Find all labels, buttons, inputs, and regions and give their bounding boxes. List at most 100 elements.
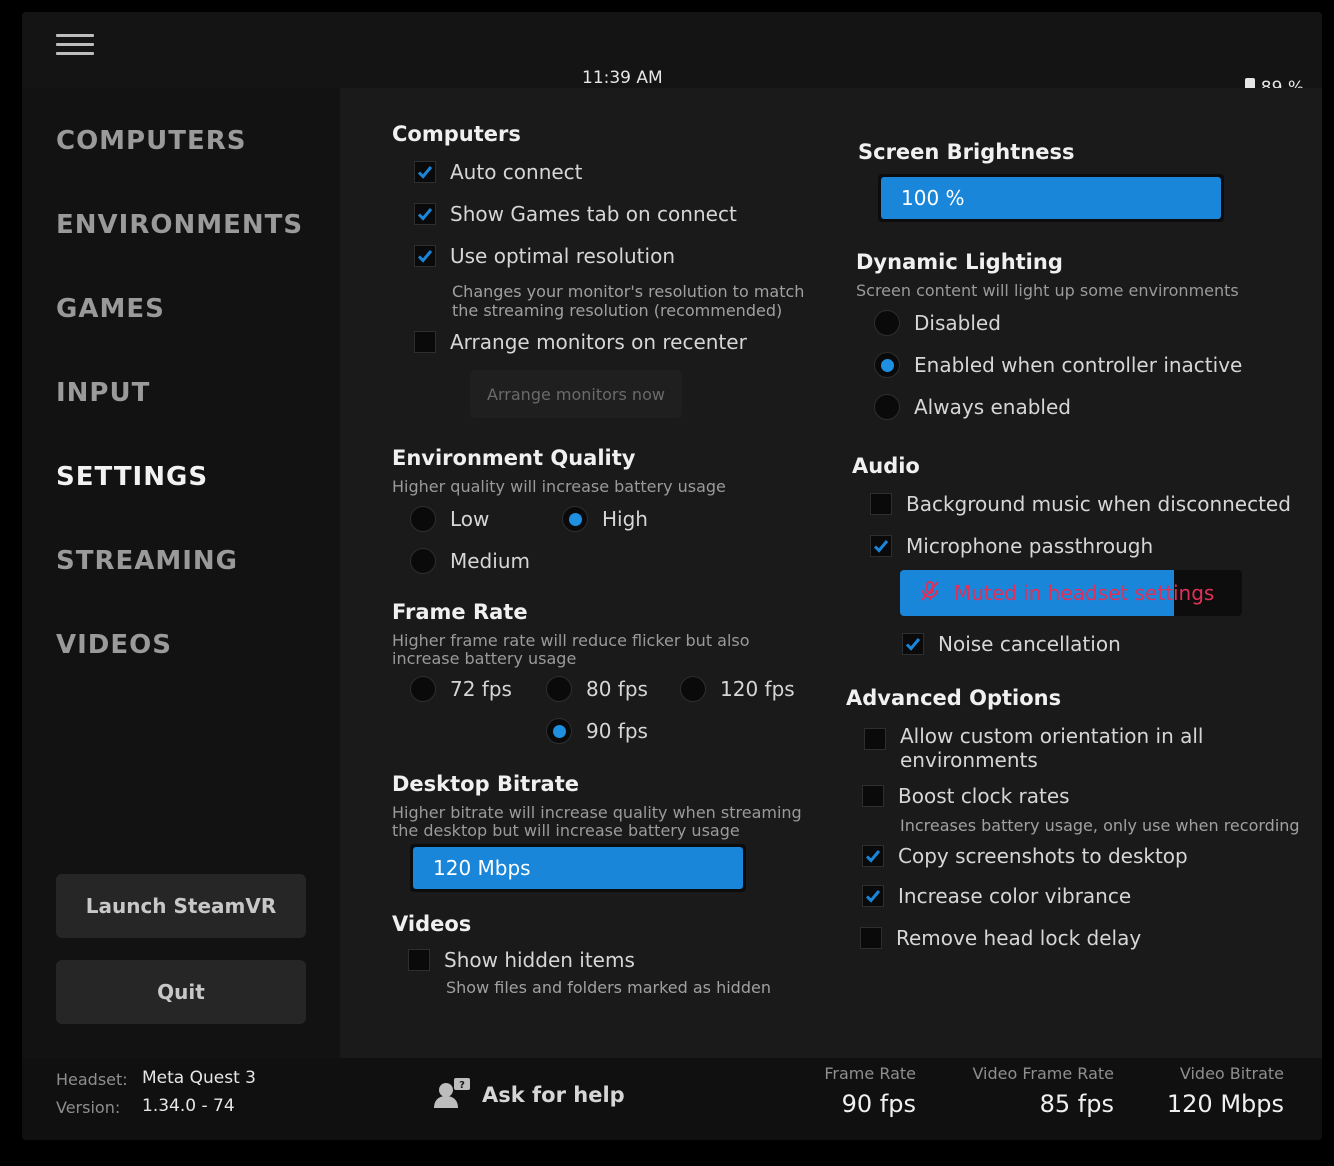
screen-brightness-slider[interactable]: 100 % <box>878 174 1224 222</box>
custom-orientation-checkbox[interactable] <box>864 728 886 750</box>
fps-120-label: 120 fps <box>720 677 795 701</box>
quality-medium-label: Medium <box>450 549 530 573</box>
quality-low-radio[interactable] <box>410 506 436 532</box>
nav-input[interactable]: INPUT <box>56 378 150 408</box>
nav-computers[interactable]: COMPUTERS <box>56 126 246 156</box>
fps-72-option[interactable]: 72 fps <box>410 676 512 702</box>
nav-videos[interactable]: VIDEOS <box>56 630 172 660</box>
show-games-tab-checkbox[interactable] <box>414 203 436 225</box>
settings-content: Computers Auto connect Show Games tab on… <box>340 88 1322 1058</box>
quality-low-option[interactable]: Low <box>410 506 489 532</box>
mic-passthrough-option[interactable]: Microphone passthrough <box>870 534 1153 558</box>
computers-title: Computers <box>392 122 521 146</box>
fps-72-radio[interactable] <box>410 676 436 702</box>
lighting-enabled-inactive-label: Enabled when controller inactive <box>914 353 1243 377</box>
custom-orientation-option[interactable]: Allow custom orientation in all environm… <box>864 724 1203 772</box>
show-games-tab-label: Show Games tab on connect <box>450 202 737 226</box>
fps-80-option[interactable]: 80 fps <box>546 676 648 702</box>
screen-brightness-value: 100 % <box>901 186 965 210</box>
quality-medium-radio[interactable] <box>410 548 436 574</box>
background-music-option[interactable]: Background music when disconnected <box>870 492 1291 516</box>
remove-head-lock-checkbox[interactable] <box>860 927 882 949</box>
dynamic-lighting-subtitle: Screen content will light up some enviro… <box>856 281 1239 300</box>
show-hidden-hint: Show files and folders marked as hidden <box>446 978 771 997</box>
noise-cancellation-checkbox[interactable] <box>902 633 924 655</box>
dynamic-lighting-title: Dynamic Lighting <box>856 250 1063 274</box>
boost-clock-label: Boost clock rates <box>898 784 1070 808</box>
copy-screenshots-checkbox[interactable] <box>862 845 884 867</box>
video-frame-rate-stat-label: Video Frame Rate <box>972 1064 1114 1083</box>
quality-high-label: High <box>602 507 648 531</box>
fps-90-radio[interactable] <box>546 718 572 744</box>
nav-settings[interactable]: SETTINGS <box>56 462 208 492</box>
optimal-resolution-label: Use optimal resolution <box>450 244 675 268</box>
nav-streaming[interactable]: STREAMING <box>56 546 238 576</box>
color-vibrance-checkbox[interactable] <box>862 885 884 907</box>
color-vibrance-label: Increase color vibrance <box>898 884 1132 908</box>
arrange-monitors-now-button[interactable]: Arrange monitors now <box>470 370 682 418</box>
mic-muted-label: Muted in headset settings <box>954 581 1215 605</box>
desktop-bitrate-fill: 120 Mbps <box>413 847 743 889</box>
desktop-bitrate-subtitle: Higher bitrate will increase quality whe… <box>392 803 802 840</box>
auto-connect-option[interactable]: Auto connect <box>414 160 583 184</box>
version-label: Version: <box>56 1098 121 1117</box>
noise-cancellation-option[interactable]: Noise cancellation <box>902 632 1121 656</box>
remove-head-lock-label: Remove head lock delay <box>896 926 1142 950</box>
sidebar: COMPUTERS ENVIRONMENTS GAMES INPUT SETTI… <box>22 88 340 1058</box>
boost-clock-hint: Increases battery usage, only use when r… <box>900 816 1300 835</box>
mic-passthrough-checkbox[interactable] <box>870 535 892 557</box>
fps-80-label: 80 fps <box>586 677 648 701</box>
frame-rate-subtitle: Higher frame rate will reduce flicker bu… <box>392 631 750 668</box>
optimal-resolution-option[interactable]: Use optimal resolution <box>414 244 675 268</box>
audio-title: Audio <box>852 454 920 478</box>
lighting-enabled-inactive-option[interactable]: Enabled when controller inactive <box>874 352 1242 378</box>
nav-environments[interactable]: ENVIRONMENTS <box>56 210 303 240</box>
quit-button[interactable]: Quit <box>56 960 306 1024</box>
copy-screenshots-option[interactable]: Copy screenshots to desktop <box>862 844 1188 868</box>
background-music-checkbox[interactable] <box>870 493 892 515</box>
lighting-always-option[interactable]: Always enabled <box>874 394 1071 420</box>
mic-passthrough-label: Microphone passthrough <box>906 534 1154 558</box>
lighting-disabled-option[interactable]: Disabled <box>874 310 1001 336</box>
fps-80-radio[interactable] <box>546 676 572 702</box>
quality-high-option[interactable]: High <box>562 506 648 532</box>
boost-clock-checkbox[interactable] <box>862 785 884 807</box>
lighting-enabled-inactive-radio[interactable] <box>874 352 900 378</box>
remove-head-lock-option[interactable]: Remove head lock delay <box>860 926 1141 950</box>
ask-for-help-button[interactable]: ? Ask for help <box>432 1076 625 1113</box>
environment-quality-title: Environment Quality <box>392 446 636 470</box>
lighting-always-radio[interactable] <box>874 394 900 420</box>
headset-value: Meta Quest 3 <box>142 1068 256 1088</box>
show-games-tab-option[interactable]: Show Games tab on connect <box>414 202 737 226</box>
lighting-disabled-radio[interactable] <box>874 310 900 336</box>
quality-medium-option[interactable]: Medium <box>410 548 530 574</box>
nav-games[interactable]: GAMES <box>56 294 165 324</box>
show-hidden-option[interactable]: Show hidden items <box>408 948 635 972</box>
desktop-bitrate-title: Desktop Bitrate <box>392 772 580 796</box>
fps-90-option[interactable]: 90 fps <box>546 718 648 744</box>
auto-connect-label: Auto connect <box>450 160 583 184</box>
color-vibrance-option[interactable]: Increase color vibrance <box>862 884 1131 908</box>
fps-120-radio[interactable] <box>680 676 706 702</box>
arrange-on-recenter-checkbox[interactable] <box>414 331 436 353</box>
optimal-resolution-hint: Changes your monitor's resolution to mat… <box>452 282 805 320</box>
auto-connect-checkbox[interactable] <box>414 161 436 183</box>
desktop-bitrate-slider[interactable]: 120 Mbps <box>410 844 746 892</box>
launch-steamvr-button[interactable]: Launch SteamVR <box>56 874 306 938</box>
show-hidden-checkbox[interactable] <box>408 949 430 971</box>
menu-icon[interactable] <box>56 34 94 64</box>
boost-clock-option[interactable]: Boost clock rates <box>862 784 1070 808</box>
lighting-always-label: Always enabled <box>914 395 1071 419</box>
arrange-on-recenter-option[interactable]: Arrange monitors on recenter <box>414 330 747 354</box>
show-hidden-label: Show hidden items <box>444 948 635 972</box>
arrange-on-recenter-label: Arrange monitors on recenter <box>450 330 747 354</box>
advanced-options-title: Advanced Options <box>846 686 1062 710</box>
help-icon: ? <box>432 1076 472 1113</box>
fps-90-label: 90 fps <box>586 719 648 743</box>
mic-level-slider[interactable]: Muted in headset settings <box>900 570 1242 616</box>
quality-high-radio[interactable] <box>562 506 588 532</box>
clock: 11:39 AM <box>582 68 663 88</box>
fps-120-option[interactable]: 120 fps <box>680 676 795 702</box>
optimal-resolution-checkbox[interactable] <box>414 245 436 267</box>
noise-cancellation-label: Noise cancellation <box>938 632 1121 656</box>
